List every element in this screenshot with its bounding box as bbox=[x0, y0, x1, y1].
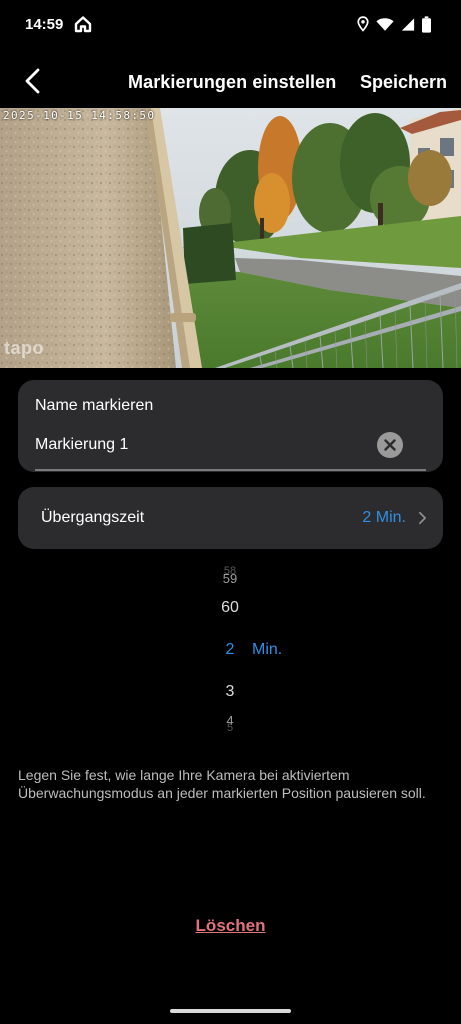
battery-icon bbox=[422, 15, 431, 33]
transition-time-value: 2 Min. bbox=[362, 509, 406, 526]
page-title: Markierungen einstellen bbox=[128, 72, 337, 92]
picker-item[interactable]: 3 bbox=[190, 683, 270, 701]
back-button[interactable] bbox=[18, 66, 48, 96]
transition-time-row[interactable]: Übergangszeit 2 Min. bbox=[18, 487, 443, 549]
wifi-icon bbox=[376, 17, 394, 31]
status-bar: 14:59 bbox=[0, 0, 461, 50]
name-card: Name markieren Markierung 1 bbox=[18, 380, 443, 472]
delete-button[interactable]: Löschen bbox=[0, 916, 461, 936]
transition-time-label: Übergangszeit bbox=[41, 509, 145, 526]
picker-item[interactable]: 5 bbox=[190, 722, 270, 734]
camera-preview: 2025-10-15 14:58:50 tapo bbox=[0, 108, 461, 368]
name-field-label: Name markieren bbox=[35, 397, 154, 414]
name-field[interactable]: Markierung 1 bbox=[35, 436, 128, 454]
picker-item[interactable]: 59 bbox=[190, 571, 270, 586]
signal-icon bbox=[401, 17, 415, 31]
camera-scene bbox=[0, 108, 461, 368]
status-time: 14:59 bbox=[25, 16, 64, 33]
transition-description: Legen Sie fest, wie lange Ihre Kamera be… bbox=[18, 767, 426, 801]
picker-unit: Min. bbox=[252, 641, 283, 658]
status-icons bbox=[357, 15, 431, 33]
home-icon bbox=[74, 16, 92, 33]
camera-timestamp: 2025-10-15 14:58:50 bbox=[3, 109, 156, 122]
arrow-left-icon bbox=[25, 68, 40, 94]
top-app-bar: Markierungen einstellen Speichern bbox=[0, 56, 461, 108]
clear-button[interactable] bbox=[377, 432, 403, 458]
location-icon bbox=[357, 16, 369, 32]
name-field-underline bbox=[35, 469, 426, 471]
home-indicator[interactable] bbox=[170, 1009, 291, 1013]
duration-picker[interactable]: 58 59 60 2 Min. 3 4 5 bbox=[190, 562, 340, 737]
chevron-right-icon bbox=[419, 511, 426, 525]
save-button[interactable]: Speichern bbox=[360, 72, 447, 93]
camera-brand-watermark: tapo bbox=[4, 338, 44, 358]
picker-item[interactable]: 60 bbox=[190, 599, 270, 617]
clear-icon bbox=[384, 439, 396, 451]
